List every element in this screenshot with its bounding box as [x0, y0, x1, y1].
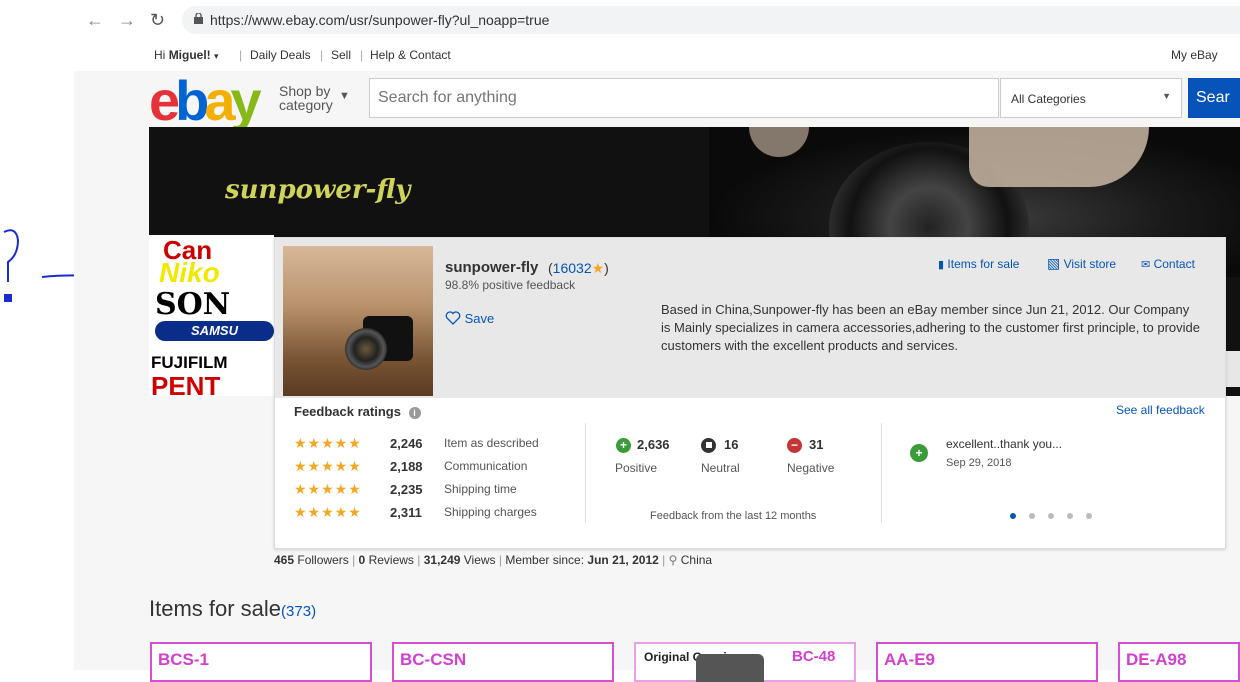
daily-deals-link[interactable]: Daily Deals: [250, 48, 311, 62]
rating-row: ★★★★★ 2,188 Communication: [294, 458, 528, 474]
positive-icon: +: [616, 438, 631, 453]
back-icon[interactable]: ←: [86, 10, 104, 31]
brand-samsung: SAMSU: [155, 321, 274, 341]
heart-icon: [445, 311, 461, 325]
see-all-feedback-link[interactable]: See all feedback: [1116, 403, 1205, 417]
forward-icon[interactable]: →: [118, 10, 136, 31]
carousel-dot[interactable]: [1067, 513, 1073, 519]
help-contact-link[interactable]: Help & Contact: [370, 48, 451, 62]
items-for-sale-link[interactable]: ▮ Items for sale: [938, 257, 1019, 271]
divider: |: [239, 48, 243, 62]
neutral-count[interactable]: 16: [724, 437, 738, 452]
items-for-sale-heading: Items for sale(373): [149, 596, 317, 621]
negative-icon: −: [787, 438, 802, 453]
ebay-top-bar: Hi Miguel! ▾ | Daily Deals | Sell | Help…: [74, 40, 1240, 72]
brand-fujifilm: FUJIFILM: [151, 353, 228, 372]
visit-store-link[interactable]: ▧ Visit store: [1047, 255, 1116, 272]
reload-icon[interactable]: ↻: [150, 10, 165, 31]
rating-row: ★★★★★ 2,246 Item as described: [294, 435, 539, 451]
carousel-dot[interactable]: [1029, 513, 1035, 519]
carousel-dot[interactable]: [1010, 513, 1016, 519]
carousel-dot[interactable]: [1048, 513, 1054, 519]
item-thumbnail[interactable]: BC-CSN: [392, 642, 614, 682]
rating-row: ★★★★★ 2,311 Shipping charges: [294, 504, 537, 520]
feedback-score[interactable]: (16032★): [548, 260, 609, 277]
search-input[interactable]: [370, 79, 980, 117]
item-thumbnail[interactable]: AA-E9: [876, 642, 1098, 682]
location-pin-icon: ⚲: [668, 553, 678, 567]
item-thumbnail[interactable]: Original Genuine BC-48: [634, 642, 856, 682]
positive-feedback-text: 98.8% positive feedback: [445, 278, 576, 292]
feedback-period: Feedback from the last 12 months: [650, 510, 817, 522]
ebay-logo[interactable]: ebay: [149, 73, 262, 129]
save-button[interactable]: Save: [445, 311, 494, 326]
seller-card: sunpower-fly (16032★) 98.8% positive fee…: [274, 237, 1226, 549]
neutral-icon: [701, 438, 716, 453]
info-icon[interactable]: i: [408, 407, 421, 419]
star-rating-icon: ★★★★★: [294, 481, 362, 497]
annotation-strip: [0, 0, 74, 670]
greeting[interactable]: Hi Miguel! ▾: [154, 48, 219, 62]
browser-toolbar: ← → ↻ https://www.ebay.com/usr/sunpower-…: [74, 0, 1240, 41]
url-text: https://www.ebay.com/usr/sunpower-fly?ul…: [210, 12, 550, 28]
brand-pentax: PENT: [151, 371, 221, 396]
seller-description: Based in China,Sunpower-fly has been an …: [661, 302, 1201, 353]
star-rating-icon: ★★★★★: [294, 458, 362, 474]
seller-avatar: [283, 246, 433, 396]
seller-name[interactable]: sunpower-fly: [445, 259, 538, 276]
divider: |: [320, 48, 324, 62]
address-bar[interactable]: https://www.ebay.com/usr/sunpower-fly?ul…: [182, 6, 1240, 34]
divider: [881, 423, 882, 523]
store-icon: ▧: [1047, 255, 1061, 271]
star-rating-icon: ★★★★★: [294, 435, 362, 451]
negative-count[interactable]: 31: [809, 437, 823, 452]
lock-icon: [194, 13, 203, 24]
item-thumbnail[interactable]: BCS-1: [150, 642, 372, 682]
search-box: [369, 78, 999, 118]
brand-nikon: Niko: [159, 257, 220, 288]
brand-sony: SON: [155, 287, 231, 322]
positive-label: Positive: [615, 461, 658, 475]
brand-logos: Can Niko SON SAMSU FUJIFILM PENT: [149, 235, 274, 396]
chevron-down-icon: ▼: [339, 90, 350, 102]
positive-count[interactable]: 2,636: [637, 437, 670, 452]
contact-link[interactable]: ✉ Contact: [1141, 257, 1195, 271]
negative-label: Negative: [787, 461, 835, 475]
feedback-ratings-title: Feedback ratings i: [294, 404, 421, 419]
feedback-comment-date: Sep 29, 2018: [946, 457, 1012, 469]
chevron-down-icon: ▼: [1162, 91, 1171, 101]
shop-by-category[interactable]: Shop by category ▼: [279, 84, 350, 112]
sell-link[interactable]: Sell: [331, 48, 351, 62]
neutral-label: Neutral: [701, 461, 740, 475]
positive-comment-icon: +: [910, 444, 928, 462]
star-icon: ★: [591, 260, 605, 276]
item-thumbnail[interactable]: DE-A98: [1118, 642, 1240, 682]
rating-row: ★★★★★ 2,235 Shipping time: [294, 481, 517, 497]
star-rating-icon: ★★★★★: [294, 504, 362, 520]
feedback-comment: excellent..thank you...: [946, 437, 1063, 451]
my-ebay-link[interactable]: My eBay: [1171, 48, 1218, 62]
chevron-down-icon: ▾: [214, 51, 219, 61]
tag-icon: ▮: [938, 259, 945, 271]
divider: [585, 423, 586, 523]
seller-stats: 465 Followers | 0 Reviews | 31,249 Views…: [274, 553, 713, 567]
mail-icon: ✉: [1141, 259, 1151, 271]
carousel-dot[interactable]: [1086, 513, 1092, 519]
category-select[interactable]: All Categories ▼: [1000, 78, 1182, 118]
banner-store-name: sunpower-fly: [225, 175, 411, 205]
search-button[interactable]: Sear: [1188, 78, 1240, 118]
divider: |: [360, 48, 364, 62]
